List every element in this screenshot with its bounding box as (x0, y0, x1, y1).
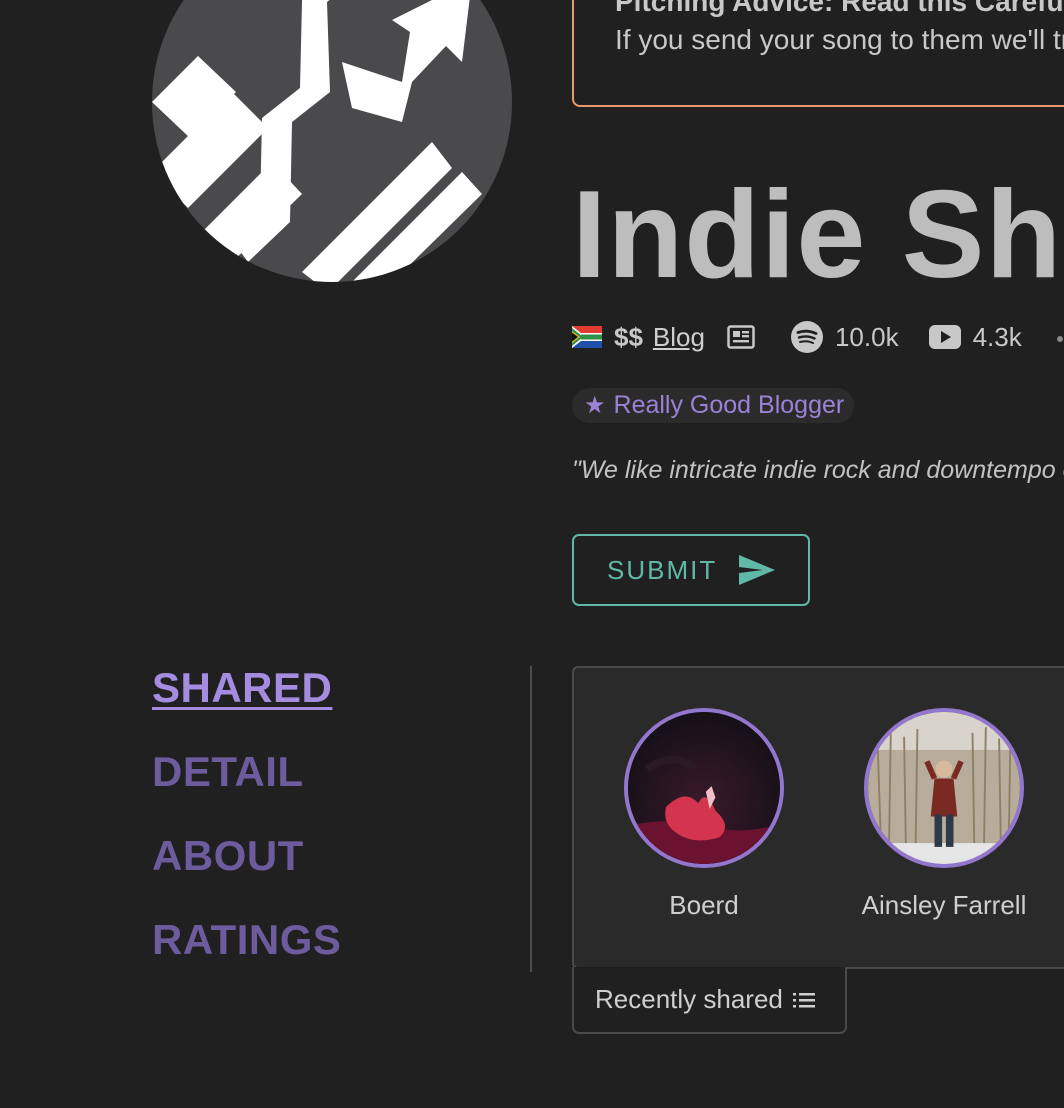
spotify-icon (790, 321, 823, 353)
artist-photo (628, 712, 780, 864)
list-icon (792, 992, 815, 1007)
rating-badge: ★ Really Good Blogger (572, 388, 855, 423)
spotify-followers: 10.0k (834, 321, 899, 352)
shuffle-logo-icon (152, 0, 482, 282)
curator-meta-row: $$ Blog 10.0k 4.3k (572, 318, 1064, 356)
tab-shared[interactable]: SHARED (152, 664, 332, 712)
notice-text: If you send your song to them we'll trac… (615, 24, 1064, 55)
send-icon (739, 555, 776, 585)
artist-name[interactable]: Ainsley Farrell (844, 890, 1044, 921)
submit-label: SUBMIT (607, 554, 718, 585)
artist-avatar[interactable] (864, 708, 1024, 868)
notice-title: Pitching Advice: Read this Carefully (615, 0, 1064, 17)
sort-dropdown[interactable]: Recently shared (572, 967, 847, 1034)
shared-artists-panel: Boerd Ainsley Farrell (572, 666, 1064, 969)
curator-logo (152, 0, 512, 282)
artist-card[interactable]: Ainsley Farrell (844, 708, 1044, 921)
curator-page: Pitching Advice: Read this Carefully If … (0, 0, 1064, 1108)
artist-card[interactable]: Boerd (604, 708, 804, 921)
artist-name[interactable]: Boerd (604, 890, 804, 921)
youtube-icon (928, 325, 961, 349)
tab-detail[interactable]: DETAIL (152, 748, 304, 796)
pitching-advice-notice: Pitching Advice: Read this Carefully If … (572, 0, 1064, 107)
sort-label: Recently shared (595, 984, 783, 1014)
artist-photo (868, 712, 1020, 864)
badge-label: Really Good Blogger (613, 391, 845, 419)
more-stats-icon (1056, 336, 1063, 342)
artist-avatar[interactable] (624, 708, 784, 868)
curator-type-link[interactable]: Blog (653, 322, 705, 353)
curator-name: Indie Shuffle (572, 166, 1064, 304)
price-tier: $$ (614, 321, 643, 352)
tab-about[interactable]: ABOUT (152, 832, 304, 880)
curator-quote: "We like intricate indie rock and downte… (572, 456, 1064, 484)
submit-button[interactable]: SUBMIT (572, 534, 810, 606)
star-icon: ★ (584, 392, 606, 419)
nav-divider (530, 666, 532, 972)
tab-ratings[interactable]: RATINGS (152, 916, 341, 964)
newspaper-icon (727, 325, 755, 349)
youtube-subscribers: 4.3k (972, 321, 1022, 352)
south-africa-flag-icon (572, 326, 602, 348)
